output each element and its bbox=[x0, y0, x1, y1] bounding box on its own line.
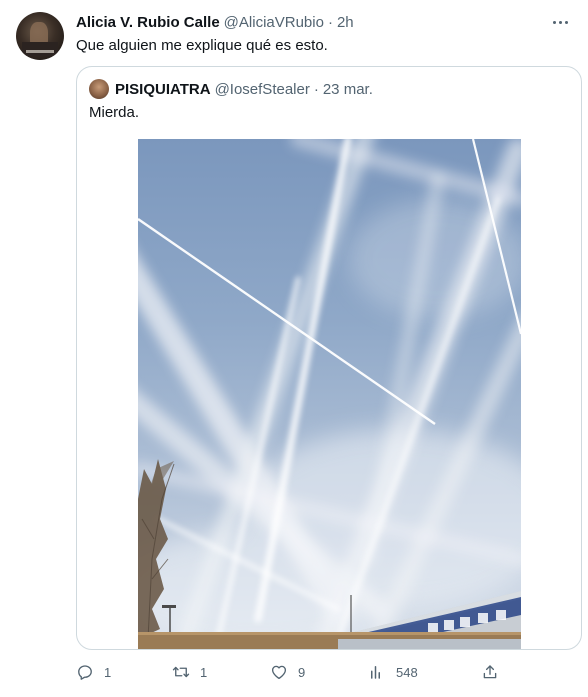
reply-count: 1 bbox=[104, 664, 112, 680]
quoted-tweet-header: PISIQUIATRA @IosefStealer · 23 mar. bbox=[115, 79, 373, 99]
share-icon bbox=[483, 665, 497, 679]
action-bar: 1 1 9 548 bbox=[76, 662, 499, 682]
views-count: 548 bbox=[396, 664, 418, 680]
author-name[interactable]: Alicia V. Rubio Calle bbox=[76, 14, 220, 31]
like-button[interactable]: 9 bbox=[270, 662, 305, 682]
views-icon bbox=[371, 666, 380, 679]
quoted-author-avatar bbox=[89, 79, 109, 99]
tweet[interactable]: Alicia V. Rubio Calle @AliciaVRubio · 2h… bbox=[0, 0, 588, 697]
separator-dot: · bbox=[327, 13, 333, 31]
like-count: 9 bbox=[298, 664, 306, 680]
like-icon bbox=[271, 665, 287, 680]
retweet-icon bbox=[172, 666, 190, 678]
share-button[interactable] bbox=[481, 662, 499, 682]
more-icon[interactable] bbox=[548, 10, 572, 34]
quoted-author-name: PISIQUIATRA bbox=[115, 80, 211, 98]
sky-contrails-image bbox=[138, 139, 521, 649]
views-button[interactable]: 548 bbox=[368, 662, 418, 682]
reply-button[interactable]: 1 bbox=[76, 662, 111, 682]
reply-icon bbox=[78, 665, 92, 680]
quoted-author-handle: @IosefStealer bbox=[214, 80, 310, 98]
retweet-count: 1 bbox=[200, 664, 208, 680]
tweet-photo[interactable] bbox=[138, 139, 521, 649]
separator-dot: · bbox=[313, 80, 319, 98]
tweet-text: Que alguien me explique qué es esto. bbox=[76, 37, 328, 54]
tweet-header: Alicia V. Rubio Calle @AliciaVRubio · 2h bbox=[76, 12, 354, 32]
quoted-tweet[interactable]: PISIQUIATRA @IosefStealer · 23 mar. Mier… bbox=[76, 66, 582, 650]
author-avatar[interactable] bbox=[16, 12, 64, 60]
author-handle[interactable]: @AliciaVRubio bbox=[224, 14, 324, 31]
retweet-button[interactable]: 1 bbox=[172, 662, 207, 682]
quoted-tweet-text: Mierda. bbox=[89, 104, 140, 121]
tweet-time[interactable]: 2h bbox=[337, 14, 354, 31]
quoted-tweet-time: 23 mar. bbox=[322, 80, 373, 98]
